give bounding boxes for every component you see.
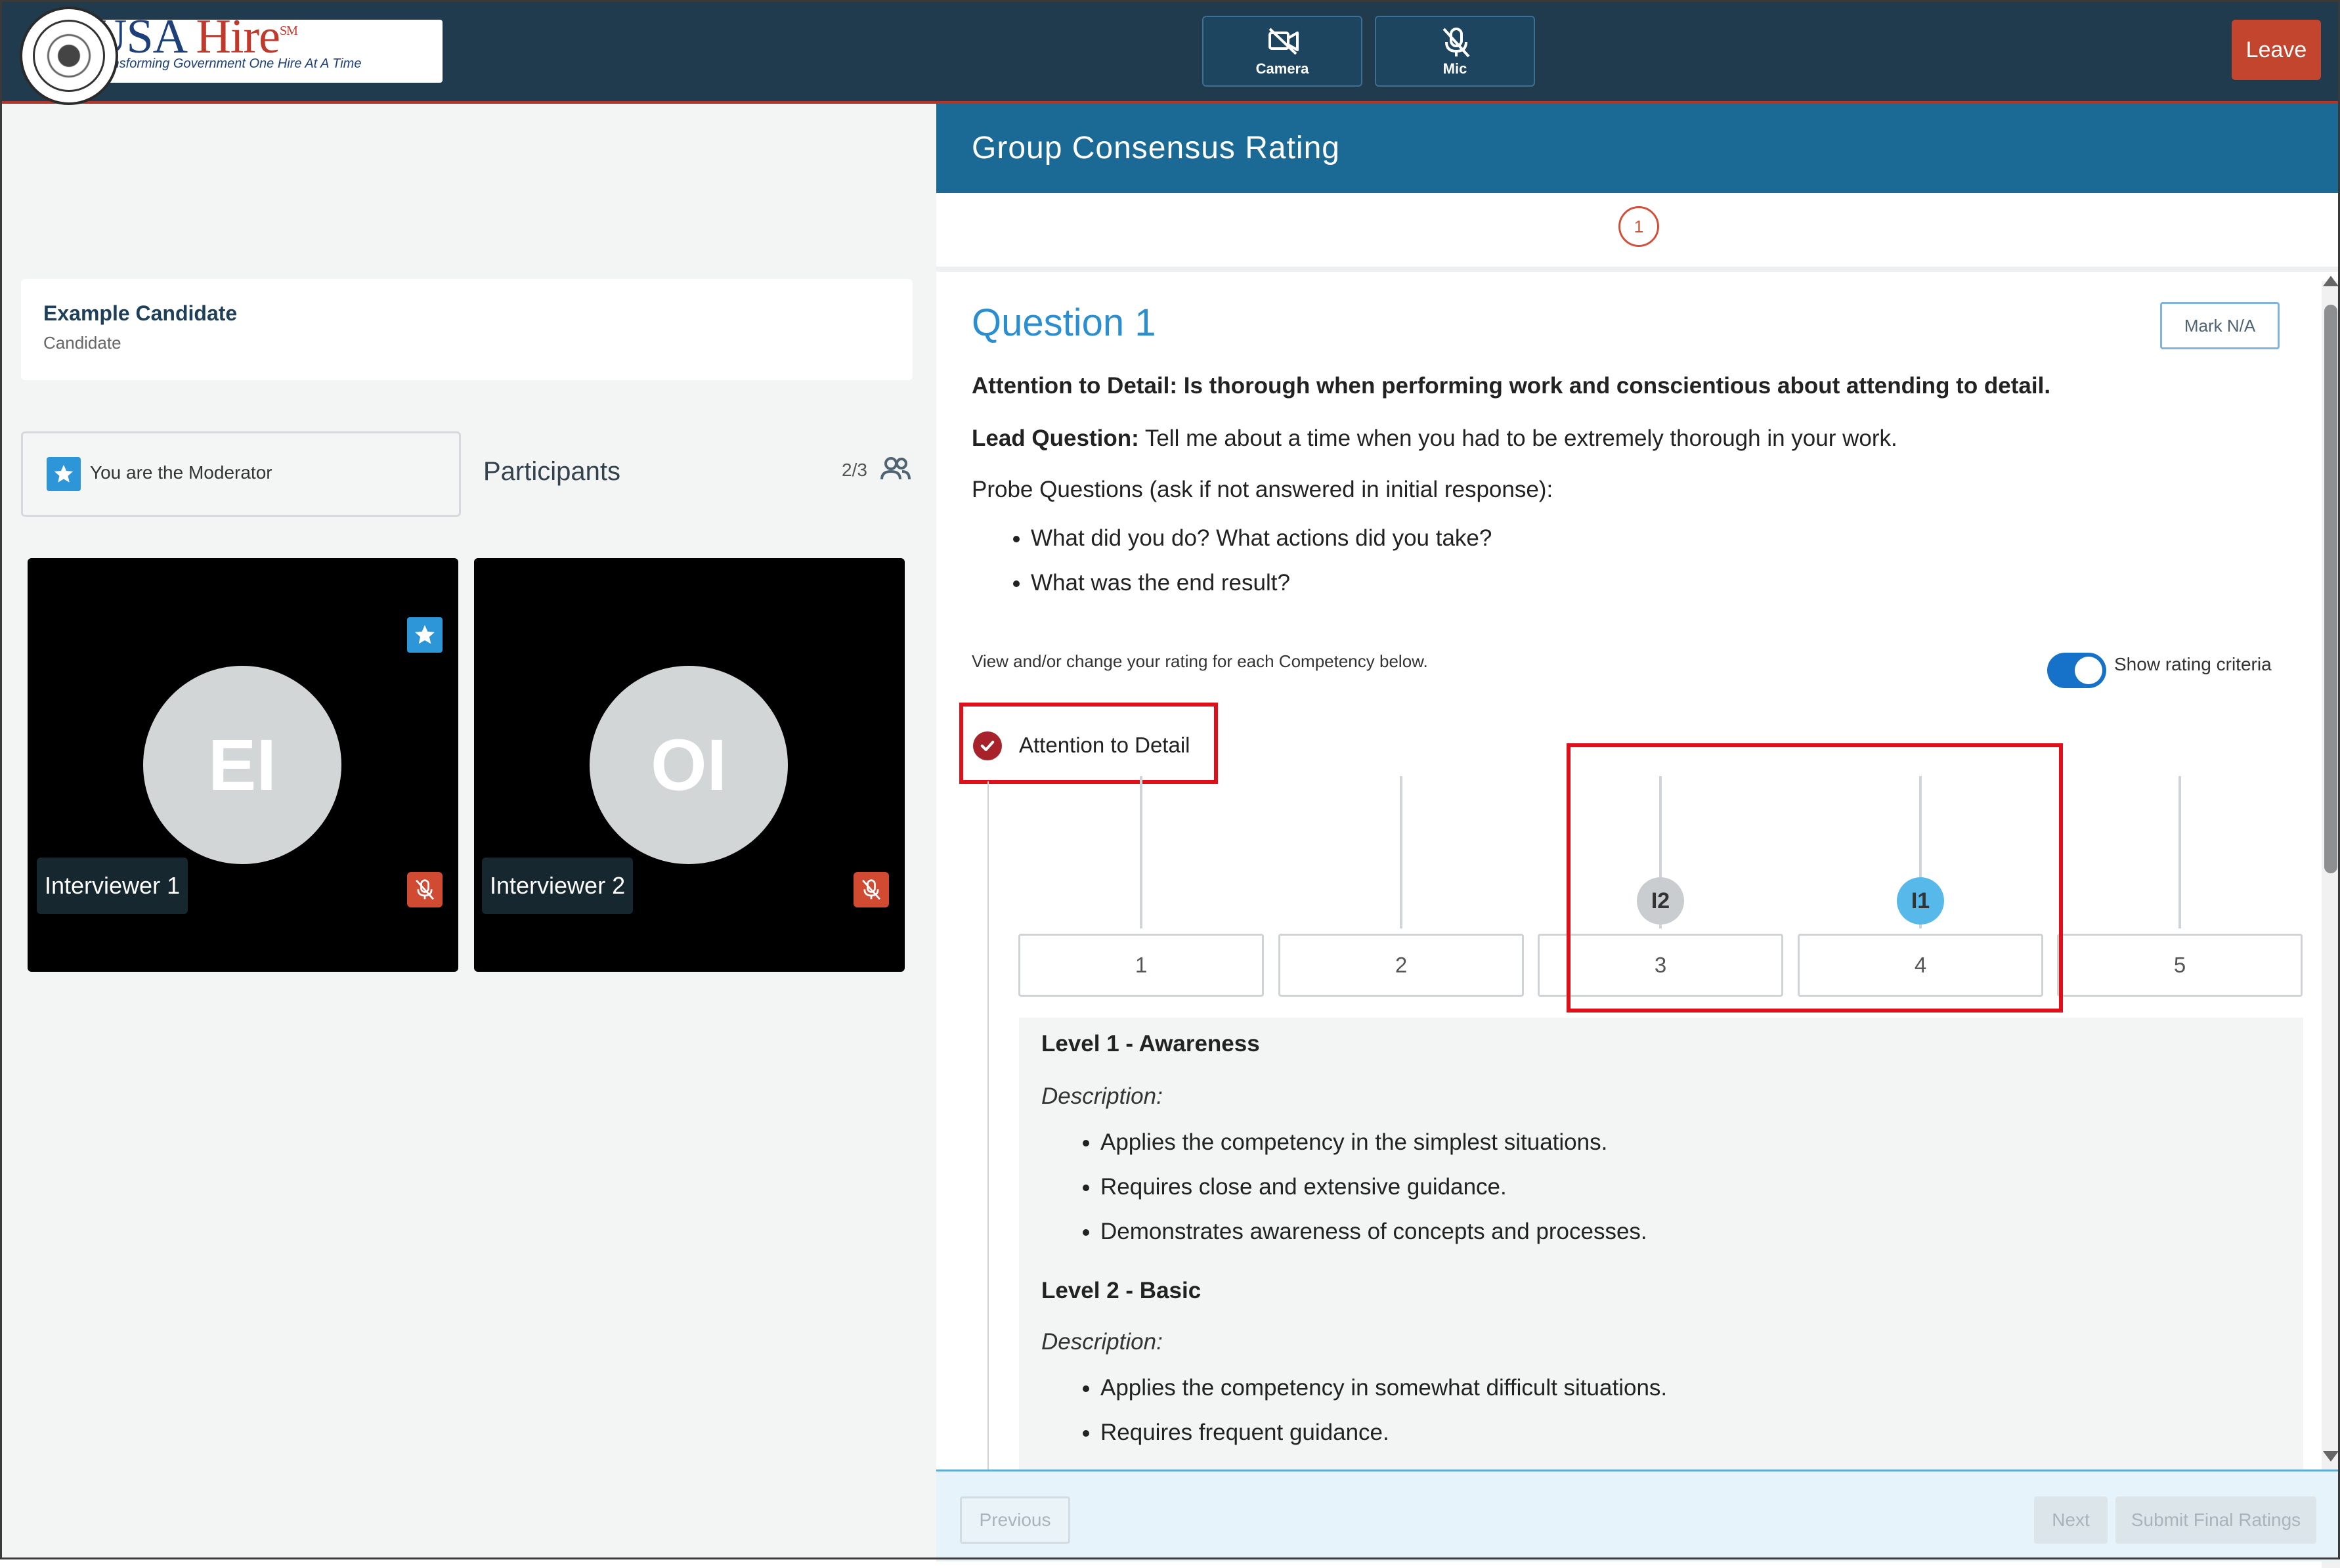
list-item: Demonstrates awareness of concepts and p… (1100, 1209, 1647, 1254)
panel-footer: Previous Next Submit Final Ratings (936, 1470, 2340, 1561)
left-panel: Example Candidate Candidate You are the … (0, 104, 936, 1559)
step-1[interactable]: 1 (1618, 206, 1659, 247)
competency-name: Attention to Detail (1019, 733, 1190, 757)
highlight-box (1567, 743, 2063, 1013)
rating-option-2[interactable]: 2 (1278, 934, 1524, 997)
scale-connector (987, 781, 989, 1559)
mic-muted-icon (407, 872, 443, 907)
participant-tile[interactable]: EI Interviewer 1 (28, 558, 458, 972)
scroll-down-icon[interactable] (2323, 1451, 2339, 1462)
probe-questions-heading: Probe Questions (ask if not answered in … (972, 477, 1553, 502)
rating-option-1[interactable]: 1 (1018, 934, 1264, 997)
candidate-name: Example Candidate (43, 301, 238, 325)
mic-off-icon (1442, 28, 1470, 58)
camera-button[interactable]: Camera (1202, 16, 1362, 87)
people-icon[interactable] (880, 456, 911, 482)
candidate-role: Candidate (43, 333, 121, 353)
participant-tile[interactable]: OI Interviewer 2 (474, 558, 905, 972)
scroll-up-icon[interactable] (2323, 276, 2339, 286)
rating-panel: Group Consensus Rating 1 Question 1 Mark… (936, 104, 2340, 1568)
scale-tick (2178, 776, 2181, 928)
scale-tick (1140, 776, 1142, 928)
list-item: Applies the competency in the simplest s… (1100, 1120, 1647, 1165)
question-title: Question 1 (972, 301, 1156, 344)
lead-question: Lead Question: Tell me about a time when… (972, 425, 1897, 451)
avatar: EI (143, 666, 341, 864)
star-icon (47, 457, 81, 491)
camera-label: Camera (1255, 60, 1309, 77)
scale-tick (1400, 776, 1402, 928)
opm-seal-icon (20, 7, 118, 105)
criteria-list: Applies the competency in the simplest s… (1041, 1120, 1647, 1254)
description-label: Description: (1041, 1083, 1163, 1109)
moderator-star-icon (407, 617, 443, 653)
moderator-badge: You are the Moderator (21, 431, 461, 517)
list-item: What did you do? What actions did you ta… (1031, 516, 1492, 561)
scrollbar-thumb[interactable] (2324, 305, 2337, 873)
participants-title: Participants (483, 457, 620, 486)
probe-list: What did you do? What actions did you ta… (972, 516, 1492, 605)
logo-tagline: Transforming Government One Hire At A Ti… (93, 56, 362, 71)
camera-off-icon (1268, 28, 1299, 55)
candidate-card: Example Candidate Candidate (21, 279, 913, 380)
participants-count: 2/3 (842, 460, 867, 480)
mic-muted-icon (854, 872, 889, 907)
panel-header: Group Consensus Rating (936, 104, 2340, 193)
list-item: Requires close and extensive guidance. (1100, 1165, 1647, 1209)
rating-option-5[interactable]: 5 (2057, 934, 2303, 997)
mic-label: Mic (1442, 60, 1467, 77)
previous-button[interactable]: Previous (960, 1496, 1070, 1544)
list-item: Applies the competency in somewhat diffi… (1100, 1366, 1667, 1410)
level-title: Level 2 - Basic (1041, 1278, 1202, 1303)
top-bar: USA HireSM Transforming Government One H… (0, 0, 2340, 105)
usa-hire-logo: USA HireSM Transforming Government One H… (20, 7, 443, 105)
panel-title: Group Consensus Rating (972, 131, 1340, 165)
mic-button[interactable]: Mic (1375, 16, 1535, 87)
list-item: Requires frequent guidance. (1100, 1410, 1667, 1455)
description-label: Description: (1041, 1329, 1163, 1355)
avatar: OI (590, 666, 788, 864)
participant-name: Interviewer 1 (37, 858, 188, 914)
leave-button[interactable]: Leave (2232, 20, 2321, 80)
mark-na-button[interactable]: Mark N/A (2160, 302, 2280, 349)
check-icon (973, 731, 1002, 760)
list-item: What was the end result? (1031, 561, 1492, 605)
level-title: Level 1 - Awareness (1041, 1031, 1260, 1056)
criteria-list: Applies the competency in somewhat diffi… (1041, 1366, 1667, 1455)
show-criteria-toggle[interactable] (2047, 653, 2106, 688)
competency-definition: Attention to Detail: Is thorough when pe… (972, 373, 2051, 399)
rating-instructions: View and/or change your rating for each … (972, 651, 1428, 671)
step-indicator: 1 (936, 193, 2340, 272)
participant-name: Interviewer 2 (482, 858, 634, 914)
moderator-text: You are the Moderator (90, 462, 272, 483)
submit-final-ratings-button[interactable]: Submit Final Ratings (2115, 1496, 2316, 1544)
toggle-label: Show rating criteria (2114, 654, 2272, 674)
next-button[interactable]: Next (2034, 1496, 2108, 1544)
